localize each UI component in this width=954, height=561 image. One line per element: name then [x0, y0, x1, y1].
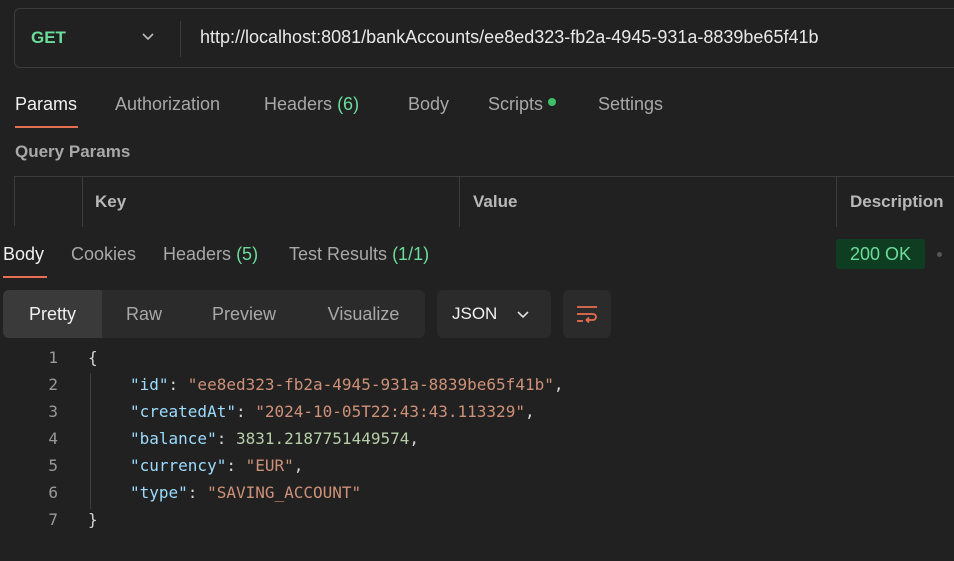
- tab-body[interactable]: Body: [408, 94, 449, 115]
- request-url-bar: GET http://localhost:8081/bankAccounts/e…: [14, 8, 954, 68]
- json-comma: ,: [524, 402, 535, 421]
- column-divider: [459, 177, 460, 227]
- tab-cookies[interactable]: Cookies: [71, 244, 136, 265]
- tab-response-headers-label: Headers: [163, 244, 232, 264]
- active-tab-indicator: [15, 126, 78, 128]
- tab-test-results-count: (1/1): [392, 244, 430, 264]
- url-input[interactable]: http://localhost:8081/bankAccounts/ee8ed…: [200, 27, 819, 48]
- wrap-lines-button[interactable]: [563, 290, 611, 338]
- tab-settings[interactable]: Settings: [598, 94, 663, 115]
- view-visualize[interactable]: Visualize: [302, 290, 425, 338]
- json-close-brace: }: [88, 510, 98, 529]
- tab-authorization[interactable]: Authorization: [115, 94, 220, 115]
- tab-headers[interactable]: Headers (6): [264, 94, 359, 115]
- json-key: "currency": [130, 456, 227, 475]
- json-key: "balance": [130, 429, 217, 448]
- column-header-value: Value: [473, 192, 518, 211]
- tab-scripts[interactable]: Scripts: [488, 94, 557, 115]
- line-number: 5: [48, 456, 58, 475]
- line-number: 2: [48, 375, 58, 394]
- indent-guide: [90, 373, 91, 509]
- line-number: 6: [48, 483, 58, 502]
- chevron-down-icon: [517, 311, 529, 319]
- view-raw[interactable]: Raw: [102, 290, 186, 338]
- json-line-createdAt: "createdAt": "2024-10-05T22:43:43.113329…: [130, 402, 535, 421]
- json-value: 3831.2187751449574: [235, 429, 410, 448]
- line-number: 1: [48, 348, 58, 367]
- tab-headers-label: Headers: [264, 94, 333, 114]
- json-value: "EUR": [245, 456, 294, 475]
- tab-scripts-label: Scripts: [488, 94, 544, 114]
- method-select[interactable]: GET: [31, 28, 66, 48]
- active-response-tab-indicator: [3, 276, 47, 278]
- column-header-description: Description: [850, 192, 944, 211]
- json-open-brace: {: [88, 348, 98, 367]
- json-comma: ,: [293, 456, 304, 475]
- url-divider: [180, 21, 181, 57]
- view-mode-switcher: Pretty Raw Preview Visualize: [3, 290, 425, 338]
- wrap-lines-icon: [577, 306, 597, 324]
- json-comma: ,: [553, 375, 564, 394]
- tab-test-results[interactable]: Test Results (1/1): [289, 244, 429, 265]
- status-badge[interactable]: 200 OK: [836, 239, 925, 269]
- column-divider: [836, 177, 837, 227]
- format-label: JSON: [452, 304, 498, 323]
- json-line-balance: "balance": 3831.2187751449574,: [130, 429, 419, 448]
- chevron-down-icon[interactable]: [139, 27, 157, 45]
- json-key: "createdAt": [130, 402, 236, 421]
- tab-response-headers-count: (5): [236, 244, 259, 264]
- json-value: "ee8ed323-fb2a-4945-931a-8839be65f41b": [187, 375, 554, 394]
- tab-response-headers[interactable]: Headers (5): [163, 244, 258, 265]
- format-select[interactable]: JSON: [437, 290, 551, 338]
- line-number: 3: [48, 402, 58, 421]
- view-preview[interactable]: Preview: [186, 290, 302, 338]
- json-value: "2024-10-05T22:43:43.113329": [255, 402, 525, 421]
- status-dot-icon: [548, 98, 557, 107]
- json-line-type: "type": "SAVING_ACCOUNT": [130, 483, 362, 502]
- tab-response-body[interactable]: Body: [3, 244, 44, 265]
- status-separator-dot: [937, 252, 942, 257]
- json-line-id: "id": "ee8ed323-fb2a-4945-931a-8839be65f…: [130, 375, 564, 394]
- tab-test-results-label: Test Results: [289, 244, 388, 264]
- json-key: "type": [130, 483, 188, 502]
- line-number: 7: [48, 510, 58, 529]
- json-comma: ,: [409, 429, 419, 448]
- tab-headers-count: (6): [337, 94, 360, 114]
- line-number: 4: [48, 429, 58, 448]
- view-pretty[interactable]: Pretty: [3, 290, 102, 338]
- response-panel: [0, 230, 954, 561]
- tab-params[interactable]: Params: [15, 94, 77, 115]
- query-params-table: Key Value Description: [14, 176, 954, 227]
- json-key: "id": [130, 375, 169, 394]
- column-header-key: Key: [95, 192, 127, 211]
- json-line-currency: "currency": "EUR",: [130, 456, 304, 475]
- json-value: "SAVING_ACCOUNT": [207, 483, 362, 502]
- column-divider: [82, 177, 83, 227]
- query-params-title: Query Params: [15, 142, 131, 161]
